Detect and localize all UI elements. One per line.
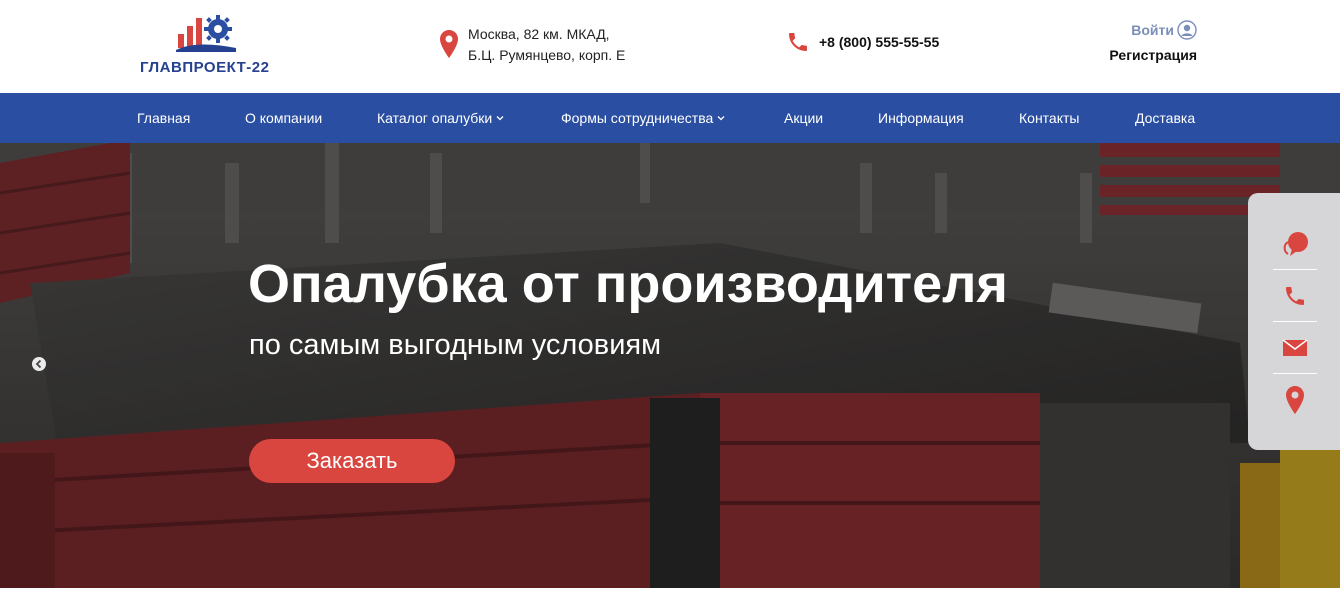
auth-block: Войти Регистрация [1109, 20, 1197, 63]
phone-icon [789, 33, 807, 51]
chevron-down-icon [496, 116, 504, 121]
nav-item-home[interactable]: Главная [137, 93, 190, 143]
call-button[interactable] [1274, 270, 1316, 322]
main-nav: Главная О компании Каталог опалубки Форм… [0, 93, 1340, 143]
address-line-2: Б.Ц. Румянцево, корп. Е [468, 47, 626, 63]
nav-item-label: Формы сотрудничества [561, 110, 714, 126]
nav-item-contacts[interactable]: Контакты [1019, 93, 1079, 143]
nav-item-label: Каталог опалубки [377, 110, 493, 126]
logo[interactable]: ГЛАВПРОЕКТ-22 [140, 12, 280, 78]
email-button[interactable] [1274, 322, 1316, 374]
hero-title: Опалубка от производителя [248, 254, 1008, 314]
nav-item-delivery[interactable]: Доставка [1135, 93, 1195, 143]
login-label: Войти [1131, 22, 1174, 38]
nav-item-label: Контакты [1019, 110, 1080, 126]
chevron-down-icon [717, 116, 725, 121]
user-icon [1177, 20, 1197, 40]
phone-number[interactable]: +8 (800) 555-55-55 [819, 34, 939, 50]
location-button[interactable] [1274, 374, 1316, 426]
contact-widget [1248, 193, 1340, 450]
nav-item-catalog[interactable]: Каталог опалубки [377, 93, 504, 143]
slider-prev-button[interactable] [32, 357, 46, 371]
address-line-1: Москва, 82 км. МКАД, [468, 26, 610, 42]
address-text: Москва, 82 км. МКАД, Б.Ц. Румянцево, кор… [468, 24, 625, 66]
location-pin-icon [440, 30, 458, 58]
nav-item-promotions[interactable]: Акции [784, 93, 823, 143]
phone-icon [1286, 287, 1304, 305]
chat-button[interactable] [1274, 219, 1316, 271]
location-pin-icon [1286, 386, 1304, 414]
chat-icon [1283, 232, 1308, 256]
logo-text: ГЛАВПРОЕКТ-22 [140, 59, 270, 76]
address-block: Москва, 82 км. МКАД, Б.Ц. Румянцево, кор… [440, 24, 625, 66]
nav-item-label: Информация [878, 110, 964, 126]
nav-item-label: Доставка [1135, 110, 1196, 126]
nav-item-label: О компании [245, 110, 323, 126]
register-link[interactable]: Регистрация [1109, 47, 1197, 63]
nav-item-label: Акции [784, 110, 824, 126]
mail-icon [1282, 339, 1308, 356]
nav-item-information[interactable]: Информация [878, 93, 964, 143]
site-header: ГЛАВПРОЕКТ-22 Москва, 82 км. МКАД, Б.Ц. … [0, 0, 1340, 93]
order-button[interactable]: Заказать [249, 439, 455, 483]
phone-block[interactable]: +8 (800) 555-55-55 [786, 30, 939, 54]
hero-slider: Опалубка от производителя по самым выгод… [0, 143, 1340, 588]
login-link[interactable]: Войти [1109, 20, 1197, 40]
nav-item-about[interactable]: О компании [245, 93, 322, 143]
nav-item-label: Главная [137, 110, 191, 126]
chevron-left-icon [35, 359, 42, 369]
nav-item-cooperation[interactable]: Формы сотрудничества [561, 93, 725, 143]
logo-icon [176, 15, 236, 52]
hero-background-image [0, 143, 1340, 588]
hero-subtitle: по самым выгодным условиям [249, 329, 662, 361]
